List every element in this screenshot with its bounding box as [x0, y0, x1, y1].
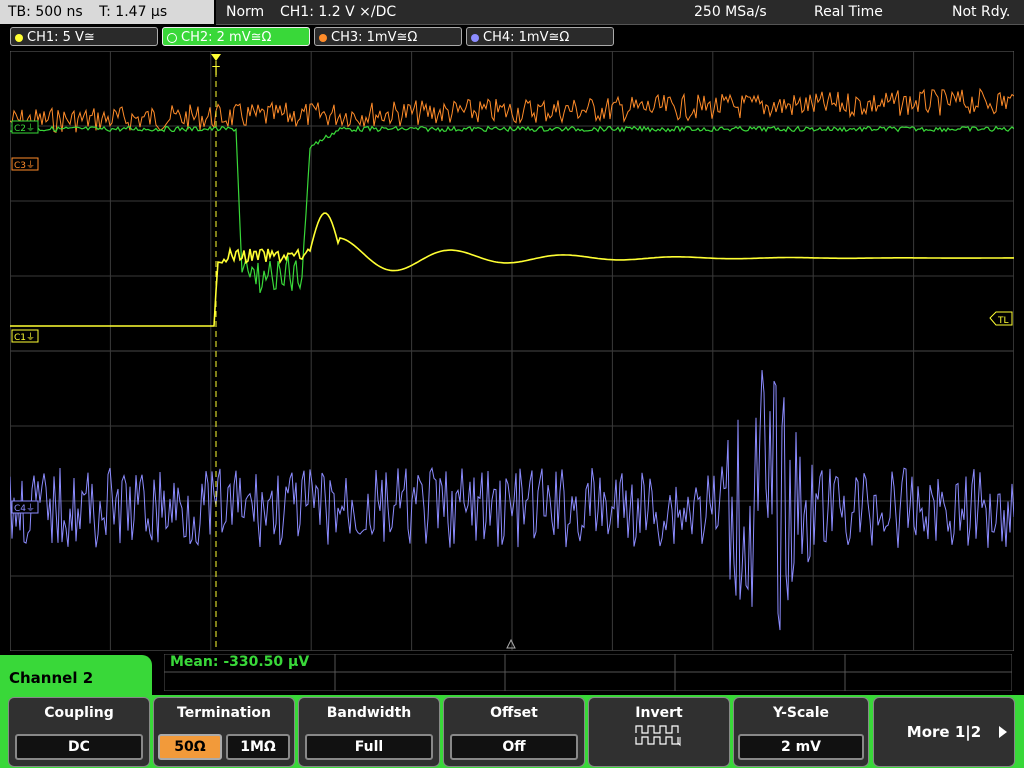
channel-tab-ch2[interactable]: CH2: 2 mV≅Ω — [162, 27, 310, 46]
ch1-dot-icon — [15, 33, 23, 42]
termination-50ohm-option[interactable]: 50Ω — [158, 734, 222, 760]
invert-softkey[interactable]: Invert — [588, 697, 730, 767]
ch3-tab-label: CH3: 1mV≅Ω — [331, 30, 418, 45]
coupling-softkey[interactable]: Coupling DC — [8, 697, 150, 767]
trigger-mode[interactable]: Norm — [226, 0, 264, 24]
invert-title: Invert — [635, 705, 683, 721]
yscale-value[interactable]: 2 mV — [738, 734, 864, 760]
ch3-ground-marker[interactable]: C3⏚ — [11, 157, 39, 171]
more-softkey[interactable]: More 1|2 — [873, 697, 1015, 767]
trigger-time-readout: T: 1.47 µs — [99, 4, 168, 20]
ch1-ground-marker[interactable]: C1⏚ — [11, 329, 39, 343]
mean-measurement: Mean: -330.50 µV — [170, 654, 310, 670]
timebase-panel[interactable]: TB: 500 ns T: 1.47 µs — [0, 0, 214, 24]
termination-softkey[interactable]: Termination 50Ω 1MΩ — [153, 697, 295, 767]
coupling-title: Coupling — [44, 705, 114, 721]
offset-title: Offset — [490, 705, 538, 721]
bandwidth-title: Bandwidth — [326, 705, 412, 721]
next-page-arrow-icon — [999, 726, 1007, 738]
more-page-label: More 1|2 — [906, 723, 982, 741]
acquisition-status: Not Rdy. — [952, 4, 1011, 20]
channel-tab-ch1[interactable]: CH1: 5 V≅ — [10, 27, 158, 46]
trigger-source-info[interactable]: CH1: 1.2 V ⨯/DC — [280, 0, 396, 24]
invert-waveform-icon — [635, 725, 681, 747]
acquisition-mode: Real Time — [814, 4, 883, 20]
timebase-readout: TB: 500 ns — [8, 4, 83, 20]
trigger-marker-label: T — [211, 64, 220, 78]
termination-title: Termination — [177, 705, 271, 721]
trigger-level-label: TL — [997, 316, 1009, 326]
ch4-marker-label: C4⏚ — [14, 503, 35, 514]
ch2-ground-marker[interactable]: C2⏚ — [11, 120, 39, 134]
bandwidth-value[interactable]: Full — [305, 734, 433, 760]
offset-softkey[interactable]: Offset Off — [443, 697, 585, 767]
channel-menu-title: Channel 2 — [9, 669, 94, 687]
ch2-tab-label: CH2: 2 mV≅Ω — [181, 30, 272, 45]
ch1-tab-label: CH1: 5 V≅ — [27, 30, 95, 45]
channel-menu-tab[interactable]: Channel 2 — [0, 655, 152, 695]
ch4-dot-icon — [471, 33, 479, 42]
top-status-bar: Norm CH1: 1.2 V ⨯/DC 250 MSa/s Real Time… — [216, 0, 1024, 25]
coupling-value[interactable]: DC — [15, 734, 143, 760]
ch3-dot-icon — [319, 33, 327, 42]
bandwidth-softkey[interactable]: Bandwidth Full — [298, 697, 440, 767]
sample-rate: 250 MSa/s — [694, 4, 767, 20]
ch4-ground-marker[interactable]: C4⏚ — [11, 500, 39, 514]
waveform-display[interactable]: T C3⏚ C2⏚ C1⏚ C4⏚ TL — [10, 51, 1014, 651]
measurement-overlay: Mean: -330.50 µV — [164, 654, 1012, 691]
channel-tab-ch3[interactable]: CH3: 1mV≅Ω — [314, 27, 462, 46]
yscale-title: Y-Scale — [772, 705, 829, 721]
offset-value[interactable]: Off — [450, 734, 578, 760]
ch4-tab-label: CH4: 1mV≅Ω — [483, 30, 570, 45]
ch2-marker-label: C2⏚ — [14, 123, 35, 134]
ch2-dot-icon — [167, 32, 177, 43]
ch3-marker-label: C3⏚ — [14, 160, 35, 171]
channel-tab-ch4[interactable]: CH4: 1mV≅Ω — [466, 27, 614, 46]
termination-1mohm-option[interactable]: 1MΩ — [226, 734, 290, 760]
yscale-softkey[interactable]: Y-Scale 2 mV — [733, 697, 869, 767]
ch1-marker-label: C1⏚ — [14, 332, 35, 343]
